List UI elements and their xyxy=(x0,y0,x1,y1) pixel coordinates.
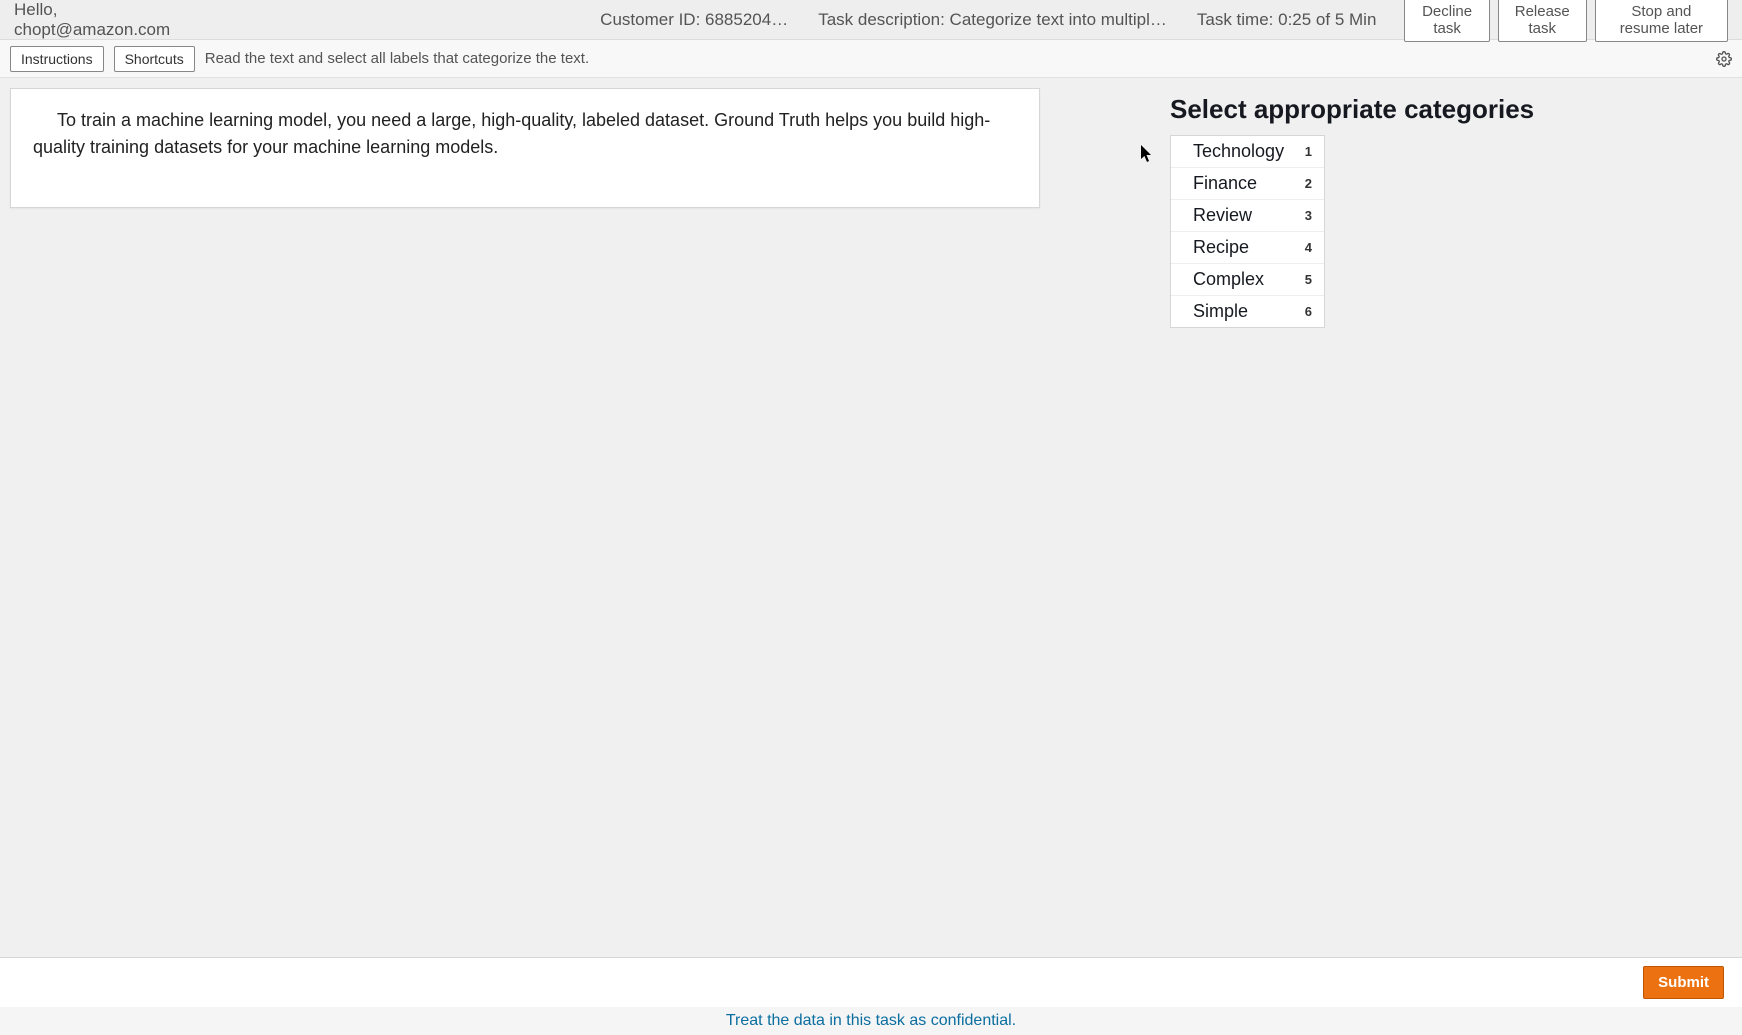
category-shortcut: 6 xyxy=(1305,304,1312,319)
toolbar: Instructions Shortcuts Read the text and… xyxy=(0,40,1742,78)
category-label: Simple xyxy=(1193,301,1248,322)
top-header: Hello, chopt@amazon.com Customer ID: 688… xyxy=(0,0,1742,40)
categories-panel: Select appropriate categories Technology… xyxy=(1170,94,1534,947)
submit-button[interactable]: Submit xyxy=(1643,966,1724,999)
category-item-finance[interactable]: Finance 2 xyxy=(1171,168,1324,200)
category-shortcut: 1 xyxy=(1305,144,1312,159)
footer: Submit xyxy=(0,957,1742,1007)
stop-resume-button[interactable]: Stop and resume later xyxy=(1595,0,1728,42)
category-label: Recipe xyxy=(1193,237,1249,258)
category-item-technology[interactable]: Technology 1 xyxy=(1171,136,1324,168)
confidential-bar: Treat the data in this task as confident… xyxy=(0,1007,1742,1035)
category-label: Complex xyxy=(1193,269,1264,290)
category-label: Technology xyxy=(1193,141,1284,162)
categories-heading: Select appropriate categories xyxy=(1170,94,1534,125)
category-shortcut: 3 xyxy=(1305,208,1312,223)
text-panel: To train a machine learning model, you n… xyxy=(10,88,1040,208)
category-label: Finance xyxy=(1193,173,1257,194)
category-item-simple[interactable]: Simple 6 xyxy=(1171,296,1324,327)
toolbar-hint: Read the text and select all labels that… xyxy=(205,50,589,67)
decline-task-button[interactable]: Decline task xyxy=(1404,0,1489,42)
header-left: Hello, chopt@amazon.com Customer ID: 688… xyxy=(14,0,1376,40)
instructions-button[interactable]: Instructions xyxy=(10,46,104,72)
release-task-button[interactable]: Release task xyxy=(1498,0,1587,42)
confidential-text: Treat the data in this task as confident… xyxy=(726,1012,1016,1030)
category-item-review[interactable]: Review 3 xyxy=(1171,200,1324,232)
category-item-recipe[interactable]: Recipe 4 xyxy=(1171,232,1324,264)
category-item-complex[interactable]: Complex 5 xyxy=(1171,264,1324,296)
customer-id: Customer ID: 6885204… xyxy=(600,10,788,30)
header-right: Decline task Release task Stop and resum… xyxy=(1404,0,1728,42)
workspace: To train a machine learning model, you n… xyxy=(0,78,1742,957)
shortcuts-button[interactable]: Shortcuts xyxy=(114,46,195,72)
task-description: Task description: Categorize text into m… xyxy=(818,10,1167,30)
category-shortcut: 2 xyxy=(1305,176,1312,191)
greeting-text: Hello, chopt@amazon.com xyxy=(14,0,170,40)
category-list: Technology 1 Finance 2 Review 3 Recipe 4… xyxy=(1170,135,1325,328)
task-text: To train a machine learning model, you n… xyxy=(33,107,1017,161)
category-label: Review xyxy=(1193,205,1252,226)
gear-icon[interactable] xyxy=(1716,51,1732,67)
category-shortcut: 4 xyxy=(1305,240,1312,255)
task-time: Task time: 0:25 of 5 Min xyxy=(1197,10,1377,30)
category-shortcut: 5 xyxy=(1305,272,1312,287)
